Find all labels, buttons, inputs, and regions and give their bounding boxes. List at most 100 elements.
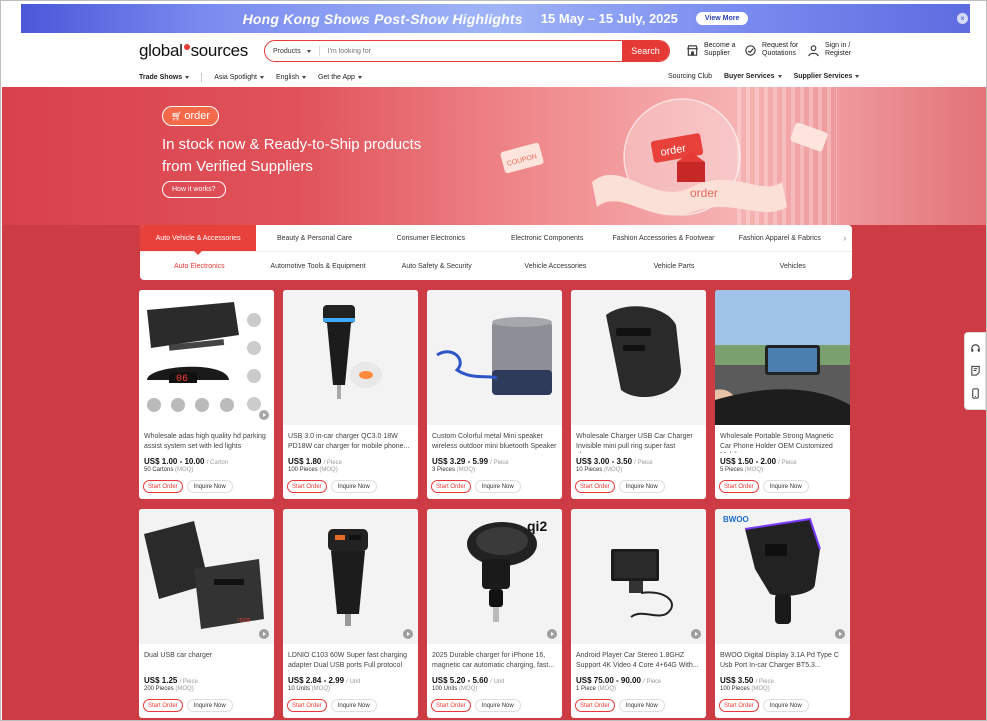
mobile-app-icon[interactable] — [970, 388, 981, 399]
inquire-now-button[interactable]: Inquire Now — [762, 699, 809, 712]
headset-icon[interactable] — [970, 343, 981, 354]
nav-sourcing-club[interactable]: Sourcing Club — [668, 73, 712, 80]
product-moq: 1 Piece (MOQ) — [576, 686, 617, 692]
product-title[interactable]: Wholesale adas high quality hd parking a… — [139, 425, 274, 453]
main-content: COUPON order order 🛒︎ order In stock now… — [2, 87, 986, 720]
product-card[interactable]: BWOO BWOO Digital Display 3.1A Pd Type C… — [715, 509, 850, 718]
product-card[interactable]: USB 3.0 in-car charger QC3.0 18W PD18W c… — [283, 290, 418, 499]
promo-banner[interactable]: Hong Kong Shows Post-Show Highlights 15 … — [21, 4, 970, 33]
start-order-button[interactable]: Start Order — [143, 480, 183, 493]
product-image[interactable]: qi2 — [427, 509, 562, 644]
product-title[interactable]: Dual USB car charger — [139, 644, 274, 672]
tab-auto-vehicle[interactable]: Auto Vehicle & Accessories — [140, 225, 257, 255]
product-title[interactable]: Wholesale Charger USB Car Charger Invisi… — [571, 425, 706, 453]
start-order-button[interactable]: Start Order — [575, 480, 615, 493]
sign-in-line2: Register — [825, 50, 852, 57]
promo-view-more-button[interactable]: View More — [695, 12, 749, 25]
product-image[interactable] — [715, 290, 850, 425]
ldnio-charger-image — [283, 509, 418, 644]
tab-beauty[interactable]: Beauty & Personal Care — [256, 225, 372, 251]
global-sources-logo[interactable]: global sources — [139, 41, 248, 61]
start-order-button[interactable]: Start Order — [287, 480, 327, 493]
how-it-works-button[interactable]: How it works? — [162, 181, 226, 198]
product-title[interactable]: BWOO Digital Display 3.1A Pd Type C Usb … — [715, 644, 850, 672]
product-card[interactable]: qi2 2025 Durable charger for iPhone 16, … — [427, 509, 562, 718]
start-order-button[interactable]: Start Order — [431, 699, 471, 712]
inquire-now-button[interactable]: Inquire Now — [330, 480, 377, 493]
start-order-button[interactable]: Start Order — [431, 480, 471, 493]
product-card[interactable]: Android Player Car Stereo 1.8GHZ Support… — [571, 509, 706, 718]
nav-language[interactable]: English — [276, 74, 306, 81]
inquire-now-button[interactable]: Inquire Now — [474, 699, 521, 712]
qi2-logo: qi2 — [527, 518, 547, 534]
video-play-icon[interactable] — [259, 629, 269, 639]
tab-electronic-components[interactable]: Electronic Components — [489, 225, 605, 251]
tab-consumer-electronics[interactable]: Consumer Electronics — [373, 225, 489, 251]
product-image[interactable]: BWOO — [715, 509, 850, 644]
inquire-now-button[interactable]: Inquire Now — [186, 699, 233, 712]
inquire-now-button[interactable]: Inquire Now — [618, 480, 665, 493]
nav-supplier-services[interactable]: Supplier Services — [794, 73, 860, 80]
product-title[interactable]: USB 3.0 in-car charger QC3.0 18W PD18W c… — [283, 425, 418, 453]
become-supplier-link[interactable]: Become a Supplier — [686, 42, 736, 58]
video-play-icon[interactable] — [835, 629, 845, 639]
nav-trade-shows[interactable]: Trade Shows — [139, 74, 190, 81]
sign-in-link[interactable]: Sign in / Register — [807, 42, 851, 58]
product-title[interactable]: 2025 Durable charger for iPhone 16, magn… — [427, 644, 562, 672]
category-tabs-panel: Auto Vehicle & Accessories Beauty & Pers… — [140, 225, 852, 280]
product-title[interactable]: Custom Colorful metal Mini speaker wirel… — [427, 425, 562, 453]
inquire-now-button[interactable]: Inquire Now — [762, 480, 809, 493]
product-image[interactable] — [571, 290, 706, 425]
nav-asia-spotlight[interactable]: Asia Spotlight — [214, 74, 264, 81]
start-order-button[interactable]: Start Order — [143, 699, 183, 712]
subtab-automotive-tools[interactable]: Automotive Tools & Equipment — [259, 252, 378, 280]
product-card[interactable]: Custom Colorful metal Mini speaker wirel… — [427, 290, 562, 499]
feedback-icon[interactable] — [970, 365, 981, 377]
product-title[interactable]: Android Player Car Stereo 1.8GHZ Support… — [571, 644, 706, 672]
inquire-now-button[interactable]: Inquire Now — [186, 480, 233, 493]
search-button[interactable]: Search — [622, 41, 669, 61]
inquire-now-button[interactable]: Inquire Now — [618, 699, 665, 712]
product-image[interactable]: 06 — [139, 290, 274, 425]
nav-get-app[interactable]: Get the App — [318, 74, 362, 81]
product-image[interactable] — [283, 509, 418, 644]
subtab-vehicle-parts[interactable]: Vehicle Parts — [615, 252, 734, 280]
nav-buyer-services[interactable]: Buyer Services — [724, 73, 782, 80]
hero-banner[interactable]: COUPON order order 🛒︎ order In stock now… — [2, 87, 986, 225]
product-card[interactable]: Wholesale Portable Strong Magnetic Car P… — [715, 290, 850, 499]
hero-headline-line1: In stock now & Ready-to-Ship products — [162, 136, 422, 153]
start-order-button[interactable]: Start Order — [719, 699, 759, 712]
inquire-now-button[interactable]: Inquire Now — [330, 699, 377, 712]
product-image[interactable]: 7533F — [139, 509, 274, 644]
product-image[interactable] — [283, 290, 418, 425]
start-order-button[interactable]: Start Order — [287, 699, 327, 712]
subtab-auto-electronics[interactable]: Auto Electronics — [140, 252, 259, 280]
video-play-icon[interactable] — [547, 629, 557, 639]
hero-headline: In stock now & Ready-to-Ship products fr… — [162, 134, 462, 178]
product-card[interactable]: 06 Wholesale adas high quality hd parkin… — [139, 290, 274, 499]
request-quotations-link[interactable]: Request for Quotations — [744, 42, 798, 58]
product-card[interactable]: Wholesale Charger USB Car Charger Invisi… — [571, 290, 706, 499]
search-input[interactable] — [319, 47, 622, 55]
chevron-right-icon[interactable]: › — [838, 225, 852, 251]
subtab-vehicles[interactable]: Vehicles — [733, 252, 852, 280]
sign-in-line1: Sign in / — [825, 42, 851, 49]
start-order-button[interactable]: Start Order — [575, 699, 615, 712]
product-image[interactable] — [571, 509, 706, 644]
subtab-vehicle-accessories[interactable]: Vehicle Accessories — [496, 252, 615, 280]
tab-fashion-apparel[interactable]: Fashion Apparel & Fabrics — [722, 225, 838, 251]
product-title[interactable]: LDNIO C103 60W Super fast charging adapt… — [283, 644, 418, 672]
video-play-icon[interactable] — [691, 629, 701, 639]
subtab-auto-safety[interactable]: Auto Safety & Security — [377, 252, 496, 280]
product-card[interactable]: 7533F Dual USB car charger US$ 1.25 / Pi… — [139, 509, 274, 718]
product-card[interactable]: LDNIO C103 60W Super fast charging adapt… — [283, 509, 418, 718]
tab-fashion-accessories[interactable]: Fashion Accessories & Footwear — [605, 225, 721, 251]
start-order-button[interactable]: Start Order — [719, 480, 759, 493]
video-play-icon[interactable] — [259, 410, 269, 420]
search-category-select[interactable]: Products — [265, 48, 319, 55]
product-image[interactable] — [427, 290, 562, 425]
inquire-now-button[interactable]: Inquire Now — [474, 480, 521, 493]
promo-close-icon[interactable]: × — [957, 13, 968, 24]
product-title[interactable]: Wholesale Portable Strong Magnetic Car P… — [715, 425, 850, 453]
video-play-icon[interactable] — [403, 629, 413, 639]
